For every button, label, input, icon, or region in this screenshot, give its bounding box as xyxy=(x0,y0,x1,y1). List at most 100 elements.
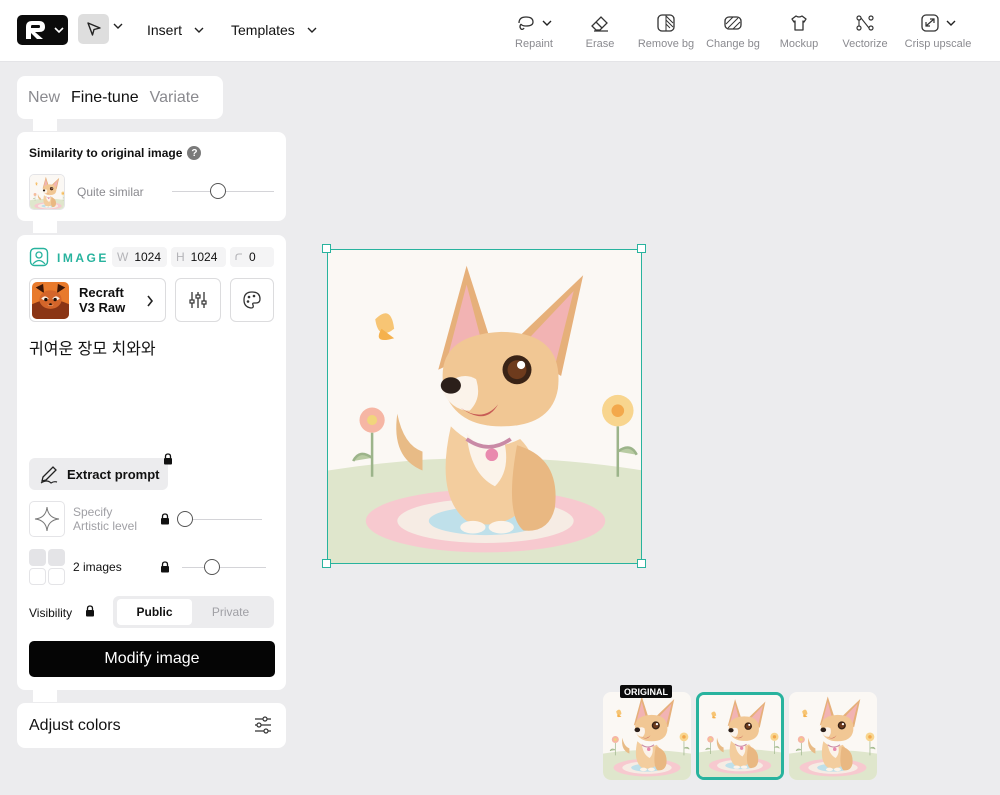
remove-background-icon xyxy=(657,14,675,32)
tab-fine-tune[interactable]: Fine-tune xyxy=(71,89,150,107)
chevron-down-icon xyxy=(542,20,552,26)
logo-menu-button[interactable] xyxy=(17,15,68,45)
lock-icon xyxy=(86,605,94,617)
resize-handle-bottom-right[interactable] xyxy=(637,559,646,568)
image-count-label: 2 images xyxy=(73,560,122,574)
top-toolbar: Insert Templates Repaint Erase Remove bg… xyxy=(0,0,1000,62)
height-key: H xyxy=(176,250,185,264)
eraser-icon xyxy=(591,16,608,32)
artistic-level-slider-knob[interactable] xyxy=(177,511,193,527)
similarity-card: Similarity to original image ? Quite sim… xyxy=(17,132,286,221)
width-value: 1024 xyxy=(134,250,162,264)
similarity-slider-knob[interactable] xyxy=(210,183,226,199)
mode-tabs: New Fine-tune Variate xyxy=(17,76,223,119)
pen-sparkle-icon xyxy=(40,466,58,484)
image-type-icon[interactable] xyxy=(29,247,49,267)
templates-label: Templates xyxy=(231,22,295,38)
chevron-down-icon xyxy=(194,27,204,33)
vector-nodes-icon xyxy=(856,15,874,31)
color-palette-button[interactable] xyxy=(230,278,274,322)
recraft-logo-icon xyxy=(26,21,45,39)
history-thumbnail[interactable] xyxy=(789,692,877,780)
help-icon[interactable]: ? xyxy=(187,146,202,160)
tshirt-icon xyxy=(791,15,807,31)
insert-menu[interactable]: Insert xyxy=(147,22,204,38)
lock-icon xyxy=(161,561,169,573)
chevron-down-icon xyxy=(54,27,64,34)
remove-bg-label: Remove bg xyxy=(637,38,695,50)
history-thumbnail-original[interactable] xyxy=(603,692,691,780)
seed-field[interactable]: 0 xyxy=(230,247,274,267)
panel-connector xyxy=(33,221,57,233)
palette-icon xyxy=(243,291,261,309)
image-count-slider-knob[interactable] xyxy=(204,559,220,575)
modify-image-button[interactable]: Modify image xyxy=(29,641,275,677)
style-thumbnail[interactable] xyxy=(29,501,65,537)
prompt-text[interactable]: 귀여운 장모 치와와 xyxy=(29,335,156,359)
extract-prompt-label: Extract prompt xyxy=(67,466,160,482)
select-tool-button[interactable] xyxy=(78,14,109,44)
settings-sliders-button[interactable] xyxy=(175,278,221,322)
change-bg-tool[interactable]: Change bg xyxy=(697,12,769,50)
image-settings-card: IMAGE W 1024 H 1024 0 Recraft V3 Raw 귀여운… xyxy=(17,235,286,690)
width-key: W xyxy=(117,250,129,264)
upscale-icon xyxy=(921,14,939,32)
visibility-public-option[interactable]: Public xyxy=(117,599,192,625)
seed-icon xyxy=(235,253,242,260)
image-count-grid-icon xyxy=(29,549,65,585)
original-image-thumbnail xyxy=(29,174,65,210)
mockup-label: Mockup xyxy=(779,38,819,50)
similarity-title: Similarity to original image ? xyxy=(29,146,202,160)
tab-variate[interactable]: Variate xyxy=(150,89,211,107)
image-count-slider[interactable] xyxy=(182,567,266,568)
chevron-down-icon xyxy=(946,20,956,26)
remove-bg-tool[interactable]: Remove bg xyxy=(630,12,702,50)
change-bg-label: Change bg xyxy=(706,38,760,50)
adjust-sliders-icon xyxy=(255,716,271,734)
chevron-down-icon xyxy=(307,27,317,33)
erase-label: Erase xyxy=(585,38,615,50)
crisp-upscale-tool[interactable]: Crisp upscale xyxy=(902,12,974,50)
sliders-icon xyxy=(189,292,207,308)
height-field[interactable]: H 1024 xyxy=(171,247,226,267)
vectorize-label: Vectorize xyxy=(842,38,888,50)
width-field[interactable]: W 1024 xyxy=(112,247,167,267)
insert-label: Insert xyxy=(147,22,183,38)
similarity-level-label: Quite similar xyxy=(77,185,144,199)
visibility-private-option[interactable]: Private xyxy=(193,599,268,625)
artistic-level-label: Specify Artistic level xyxy=(73,505,137,533)
mockup-tool[interactable]: Mockup xyxy=(763,12,835,50)
lock-icon xyxy=(161,513,169,525)
image-type-label: IMAGE xyxy=(57,251,109,265)
resize-handle-top-right[interactable] xyxy=(637,244,646,253)
canvas-image[interactable] xyxy=(327,249,642,564)
sparkle-icon xyxy=(34,506,60,532)
crisp-upscale-label: Crisp upscale xyxy=(904,38,972,50)
height-value: 1024 xyxy=(190,250,218,264)
templates-menu[interactable]: Templates xyxy=(231,22,317,38)
panel-connector xyxy=(33,690,57,702)
chevron-down-icon[interactable] xyxy=(113,22,123,30)
tab-new[interactable]: New xyxy=(28,89,71,107)
similarity-title-text: Similarity to original image xyxy=(29,146,183,160)
cursor-icon xyxy=(86,22,101,36)
repaint-tool[interactable]: Repaint xyxy=(498,12,570,50)
model-selector-button[interactable]: Recraft V3 Raw xyxy=(29,278,166,322)
history-thumbnail-selected[interactable] xyxy=(696,692,784,780)
repaint-label: Repaint xyxy=(515,38,553,50)
model-name-line2: V3 Raw xyxy=(79,300,126,315)
visibility-toggle: Public Private xyxy=(113,596,274,628)
adjust-colors-card[interactable]: Adjust colors xyxy=(17,703,286,748)
resize-handle-bottom-left[interactable] xyxy=(322,559,331,568)
vectorize-tool[interactable]: Vectorize xyxy=(829,12,901,50)
extract-prompt-button[interactable]: Extract prompt xyxy=(29,458,168,490)
erase-tool[interactable]: Erase xyxy=(564,12,636,50)
original-badge: ORIGINAL xyxy=(620,685,672,698)
seed-value: 0 xyxy=(249,250,256,264)
adjust-colors-label: Adjust colors xyxy=(29,717,121,734)
resize-handle-top-left[interactable] xyxy=(322,244,331,253)
chevron-right-icon xyxy=(147,295,154,307)
panel-connector xyxy=(33,119,57,131)
visibility-label: Visibility xyxy=(29,606,73,620)
model-name-line1: Recraft xyxy=(79,285,124,300)
